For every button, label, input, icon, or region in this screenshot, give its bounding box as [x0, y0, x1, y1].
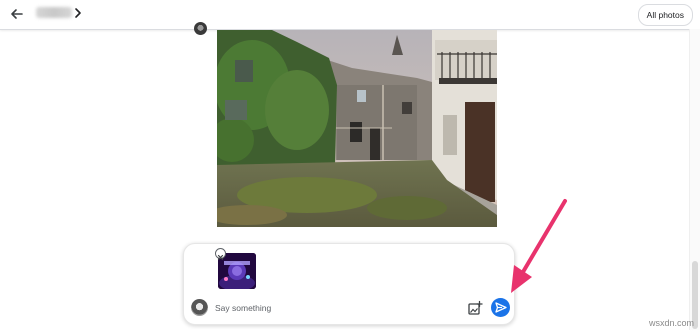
remove-attachment-button[interactable] — [215, 248, 226, 261]
all-photos-button[interactable]: All photos — [637, 4, 693, 26]
arrow-left-icon — [11, 9, 23, 19]
shared-photo[interactable] — [217, 30, 497, 227]
message-composer — [183, 243, 515, 325]
send-button[interactable] — [491, 298, 510, 317]
top-bar: All photos — [0, 0, 700, 30]
courtyard-photo — [217, 30, 497, 227]
close-icon — [217, 254, 224, 261]
add-photo-button[interactable] — [467, 300, 483, 316]
back-button[interactable] — [7, 5, 27, 23]
sender-avatar — [194, 22, 207, 35]
user-avatar — [191, 299, 208, 316]
scrollbar-track[interactable] — [689, 29, 700, 330]
chevron-right-icon[interactable] — [73, 6, 83, 20]
send-icon — [495, 302, 507, 313]
watermark-text: wsxdn.com — [648, 318, 694, 328]
add-photo-icon — [468, 300, 483, 315]
conversation-title-redacted[interactable] — [36, 7, 72, 18]
message-input[interactable] — [215, 300, 435, 316]
